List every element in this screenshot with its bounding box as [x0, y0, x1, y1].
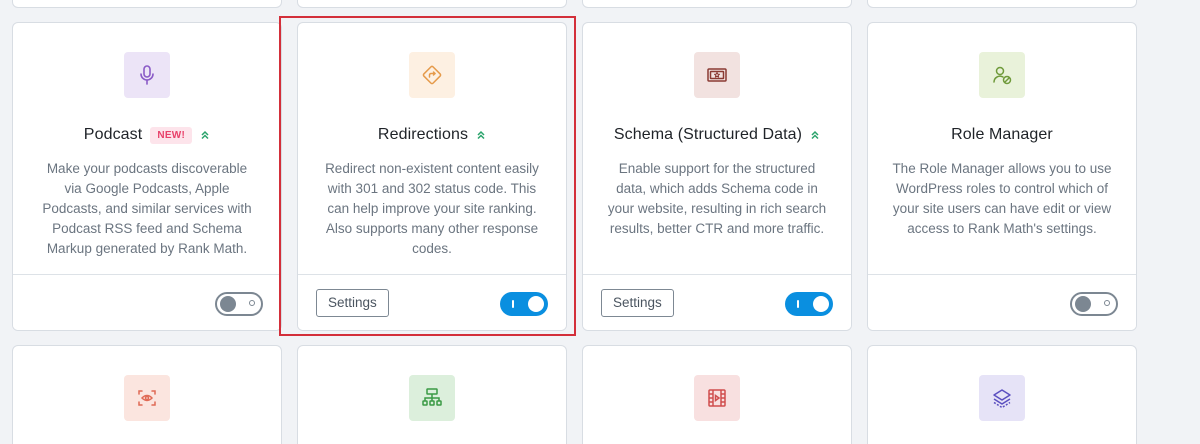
module-footer: Settings [298, 274, 566, 330]
module-card-bottom-1 [12, 345, 282, 444]
card-above-2 [297, 0, 567, 8]
chevrons-up-icon [201, 130, 209, 140]
card-above-4 [867, 0, 1137, 8]
module-footer [13, 274, 281, 330]
module-title: Role Manager [951, 126, 1053, 143]
module-title: Redirections [377, 126, 469, 143]
toggle-knob [528, 296, 544, 312]
modules-grid: Podcast NEW! Make your podcasts discover… [0, 0, 1200, 444]
user-check-icon [979, 52, 1025, 98]
module-title: Schema (Structured Data) [613, 126, 803, 143]
layers-icon [979, 375, 1025, 421]
chevrons-up-icon [477, 130, 485, 140]
module-title-row: Redirections [298, 124, 566, 146]
module-card-podcast: Podcast NEW! Make your podcasts discover… [12, 22, 282, 331]
sitemap-icon [409, 375, 455, 421]
toggle-off-indicator [249, 300, 255, 306]
settings-button[interactable]: Settings [316, 289, 389, 317]
toggle-off-indicator [1104, 300, 1110, 306]
card-above-1 [12, 0, 282, 8]
toggle-knob [1075, 296, 1091, 312]
module-card-bottom-3 [582, 345, 852, 444]
module-description: Redirect non-existent content easily wit… [325, 161, 539, 256]
toggle-on-indicator [512, 300, 514, 308]
module-footer [868, 274, 1136, 330]
toggle-knob [813, 296, 829, 312]
settings-button[interactable]: Settings [601, 289, 674, 317]
new-badge: NEW! [150, 126, 193, 144]
chevrons-up-icon [811, 130, 819, 140]
module-card-bottom-2 [297, 345, 567, 444]
module-card-role-manager: Role Manager The Role Manager allows you… [867, 22, 1137, 331]
module-toggle[interactable] [1070, 292, 1118, 316]
module-title-row: Schema (Structured Data) [583, 124, 851, 146]
toggle-knob [220, 296, 236, 312]
eye-scan-icon [124, 375, 170, 421]
video-icon [694, 375, 740, 421]
card-above-3 [582, 0, 852, 8]
microphone-icon [124, 52, 170, 98]
module-card-redirections: Redirections Redirect non-existent conte… [297, 22, 567, 331]
module-footer: Settings [583, 274, 851, 330]
toggle-on-indicator [797, 300, 799, 308]
module-description: Make your podcasts discoverable via Goog… [42, 161, 252, 256]
module-card-bottom-4 [867, 345, 1137, 444]
module-title-row: Podcast NEW! [13, 124, 281, 146]
module-title: Podcast [83, 126, 143, 143]
module-toggle[interactable] [785, 292, 833, 316]
redirect-sign-icon [409, 52, 455, 98]
module-description: The Role Manager allows you to use WordP… [892, 161, 1112, 236]
certificate-icon [694, 52, 740, 98]
module-toggle[interactable] [500, 292, 548, 316]
module-title-row: Role Manager [868, 124, 1136, 146]
module-description: Enable support for the structured data, … [607, 161, 827, 236]
module-card-schema: Schema (Structured Data) Enable support … [582, 22, 852, 331]
module-toggle[interactable] [215, 292, 263, 316]
